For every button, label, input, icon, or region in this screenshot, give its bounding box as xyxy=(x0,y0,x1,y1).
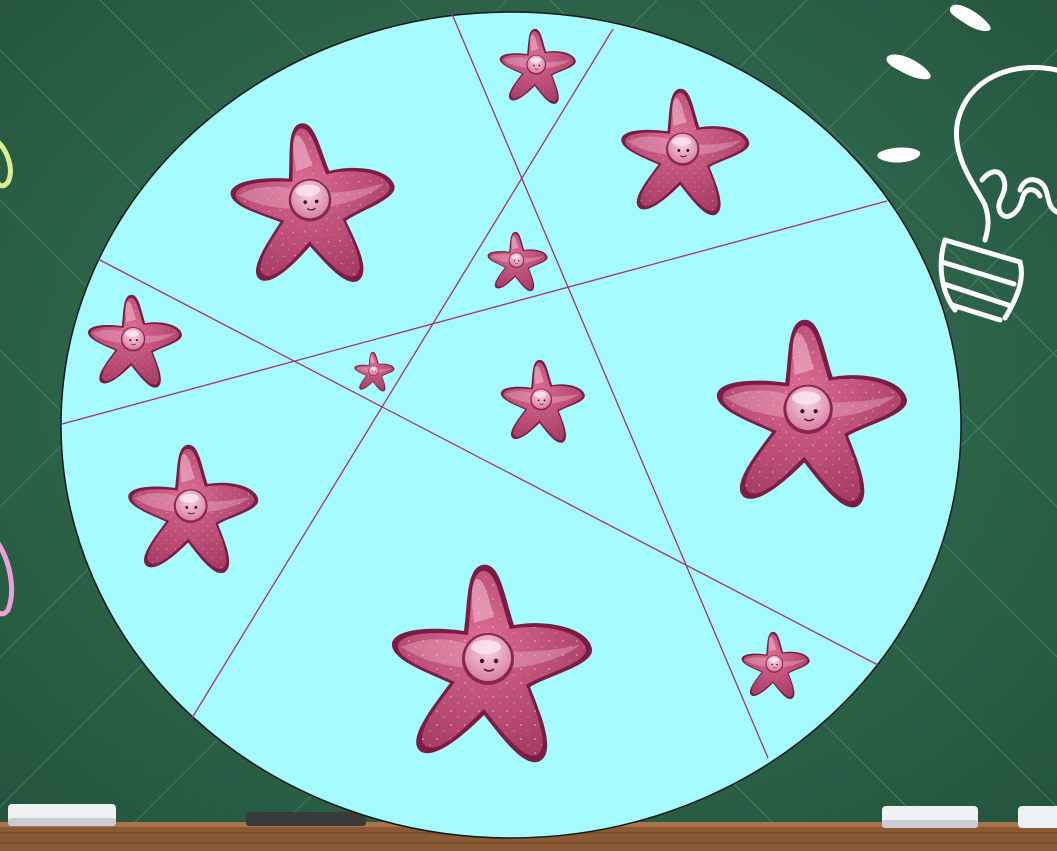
chalk-eraser-left xyxy=(8,804,116,826)
chalk-eraser-middle xyxy=(246,812,366,826)
chalk-eraser-right xyxy=(882,806,1057,828)
spin-wheel[interactable] xyxy=(60,11,962,839)
game-scene xyxy=(0,0,1057,851)
